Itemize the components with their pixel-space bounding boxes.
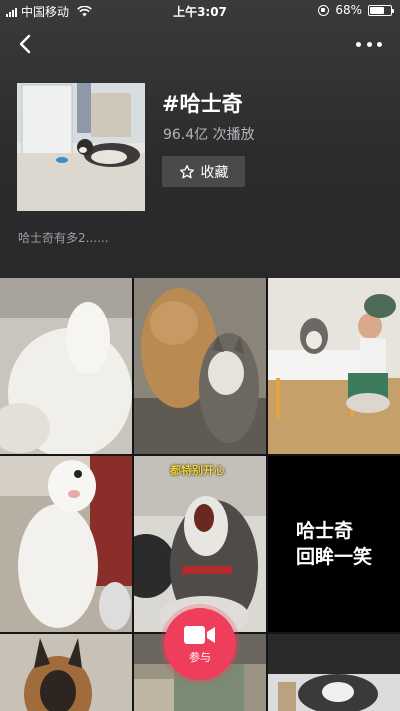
topic-title: #哈士奇 xyxy=(162,92,243,116)
battery-icon xyxy=(368,4,394,16)
status-bar: 中国移动 上午3:07 68% xyxy=(0,0,400,22)
favorite-label: 收藏 xyxy=(200,164,229,181)
video-tile-4[interactable] xyxy=(0,456,132,632)
chevron-left-icon xyxy=(19,34,31,54)
video-thumbnail xyxy=(268,278,400,454)
video-thumbnail xyxy=(134,456,266,632)
favorite-button[interactable]: 收藏 xyxy=(162,156,245,187)
topic-cover-thumbnail[interactable] xyxy=(17,83,145,211)
more-dot xyxy=(377,41,382,47)
play-count: 96.4亿 次播放 xyxy=(163,127,255,143)
star-outline-icon xyxy=(179,164,194,178)
video-thumbnail xyxy=(0,634,132,711)
video-thumbnail xyxy=(134,278,266,454)
topic-description[interactable]: 哈士奇有多2...... xyxy=(18,229,109,246)
video-tile-9[interactable] xyxy=(268,634,400,711)
orientation-lock-icon xyxy=(318,4,330,16)
video-tile-2[interactable] xyxy=(134,278,266,454)
cover-image xyxy=(17,83,145,211)
video-overlay-text: 都特别开心 xyxy=(170,464,225,477)
video-thumbnail xyxy=(0,456,132,632)
video-text-cover: 哈士奇 回眸一笑 xyxy=(268,456,400,632)
more-dot xyxy=(366,41,372,47)
video-tile-1[interactable] xyxy=(0,278,132,454)
video-tile-7[interactable] xyxy=(0,634,132,711)
more-options-button[interactable] xyxy=(356,36,382,52)
caption-line-2: 回眸一笑 xyxy=(296,546,373,568)
status-right: 68% xyxy=(318,3,394,17)
join-label: 参与 xyxy=(189,650,211,664)
caption-line-1: 哈士奇 xyxy=(296,520,354,542)
back-button[interactable] xyxy=(12,30,40,58)
more-dots-icon xyxy=(356,41,361,47)
video-thumbnail xyxy=(0,278,132,454)
video-thumbnail xyxy=(268,634,400,711)
battery-percent: 68% xyxy=(335,3,362,17)
join-button[interactable]: 参与 xyxy=(164,608,236,680)
video-camera-icon xyxy=(184,625,215,644)
video-tile-5[interactable]: 都特别开心 xyxy=(134,456,266,632)
video-tile-6[interactable]: 哈士奇 回眸一笑 xyxy=(268,456,400,632)
battery-level-fill xyxy=(370,6,384,14)
video-tile-3[interactable] xyxy=(268,278,400,454)
